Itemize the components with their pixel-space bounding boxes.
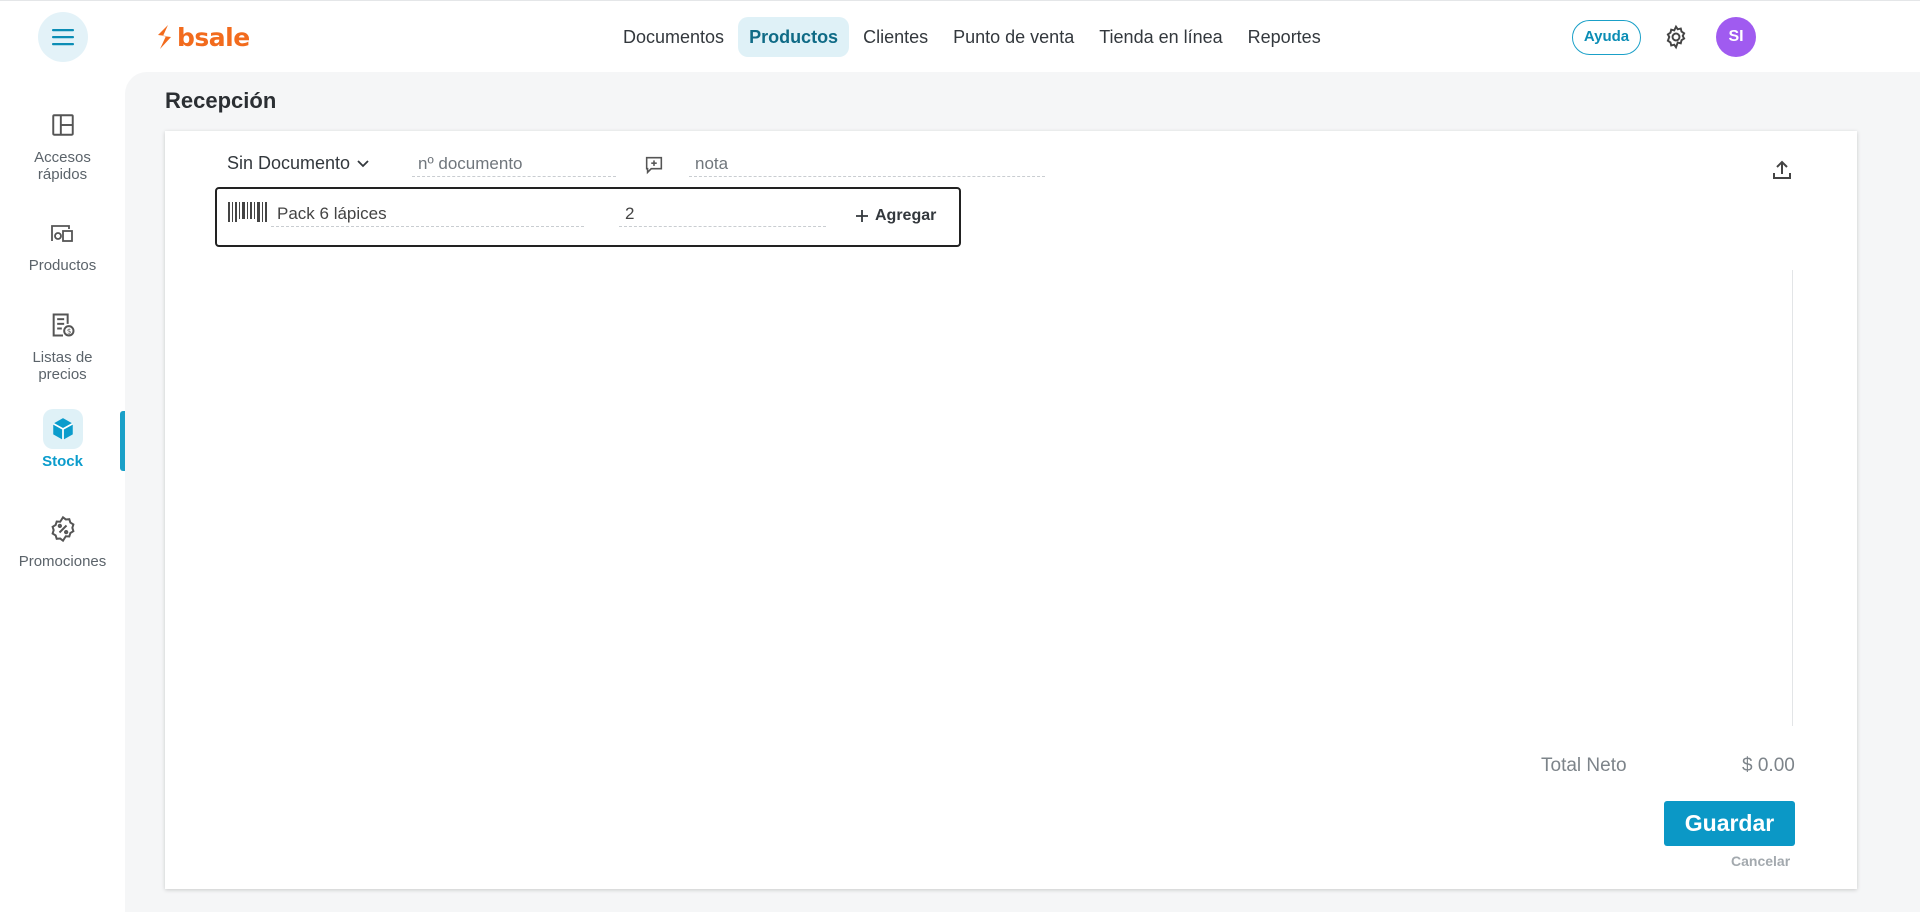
save-button[interactable]: Guardar <box>1664 801 1795 846</box>
upload-button[interactable] <box>1768 156 1796 184</box>
nav-item-reportes[interactable]: Reportes <box>1237 17 1332 57</box>
plus-icon <box>856 210 868 222</box>
sidebar-item-productos[interactable]: Productos <box>0 213 125 274</box>
sidebar-label: precios <box>38 366 87 383</box>
sidebar-label: Accesos <box>34 149 91 166</box>
top-bar: bsale Documentos Productos Clientes Punt… <box>0 0 1920 72</box>
document-type-select[interactable]: Sin Documento <box>227 153 370 174</box>
sidebar-label: rápidos <box>37 166 88 183</box>
menu-icon <box>52 29 74 46</box>
products-icon <box>50 225 73 242</box>
total-neto-label: Total Neto <box>1541 755 1627 776</box>
sidebar-label: Listas de <box>32 349 93 366</box>
sidebar-label: Stock <box>42 453 83 470</box>
nav-item-clientes[interactable]: Clientes <box>852 17 939 57</box>
add-button[interactable]: Agregar <box>855 207 936 225</box>
box-icon <box>52 418 73 440</box>
sidebar-label: Promociones <box>18 553 107 570</box>
hamburger-menu-button[interactable] <box>38 12 88 62</box>
logo-mark-icon <box>158 25 171 49</box>
chevron-down-icon <box>357 159 369 167</box>
add-comment-icon <box>645 156 663 175</box>
main-nav: Documentos Productos Clientes Punto de v… <box>612 17 1335 57</box>
cancel-link[interactable]: Cancelar <box>1731 853 1790 869</box>
note-input[interactable] <box>689 151 1045 177</box>
brand-logo[interactable]: bsale <box>154 21 250 53</box>
price-list-icon: $ <box>52 313 74 337</box>
product-search-input[interactable] <box>271 201 584 227</box>
nav-item-punto-de-venta[interactable]: Punto de venta <box>942 17 1085 57</box>
sidebar-item-listas-de-precios[interactable]: $ Listas de precios <box>0 305 125 383</box>
gear-icon <box>1666 24 1686 50</box>
discount-icon <box>50 515 75 543</box>
sidebar-item-accesos-rapidos[interactable]: Accesos rápidos <box>0 105 125 183</box>
sidebar-item-promociones[interactable]: Promociones <box>0 509 125 570</box>
sidebar: Accesos rápidos Productos $ Listas de pr… <box>0 72 125 912</box>
barcode-icon <box>228 202 267 222</box>
nav-item-productos[interactable]: Productos <box>738 17 850 57</box>
quantity-input[interactable] <box>619 201 826 227</box>
user-avatar[interactable]: SI <box>1716 17 1756 57</box>
items-area-divider <box>1792 270 1793 726</box>
help-button[interactable]: Ayuda <box>1572 20 1641 55</box>
svg-text:$: $ <box>66 328 70 336</box>
sidebar-item-stock[interactable]: Stock <box>0 409 125 470</box>
document-type-value: Sin Documento <box>227 153 351 173</box>
layout-icon <box>51 114 74 136</box>
upload-icon <box>1773 160 1791 179</box>
add-button-label: Agregar <box>875 207 937 224</box>
sidebar-label: Productos <box>28 257 97 274</box>
page-title: Recepción <box>165 88 277 113</box>
settings-button[interactable] <box>1660 21 1692 53</box>
total-neto-value: $ 0.00 <box>1742 755 1795 776</box>
nav-item-documentos[interactable]: Documentos <box>612 17 735 57</box>
add-note-button[interactable] <box>643 154 665 176</box>
brand-name: bsale <box>177 22 250 52</box>
document-number-input[interactable] <box>412 151 616 177</box>
nav-item-tienda-en-linea[interactable]: Tienda en línea <box>1088 17 1233 57</box>
